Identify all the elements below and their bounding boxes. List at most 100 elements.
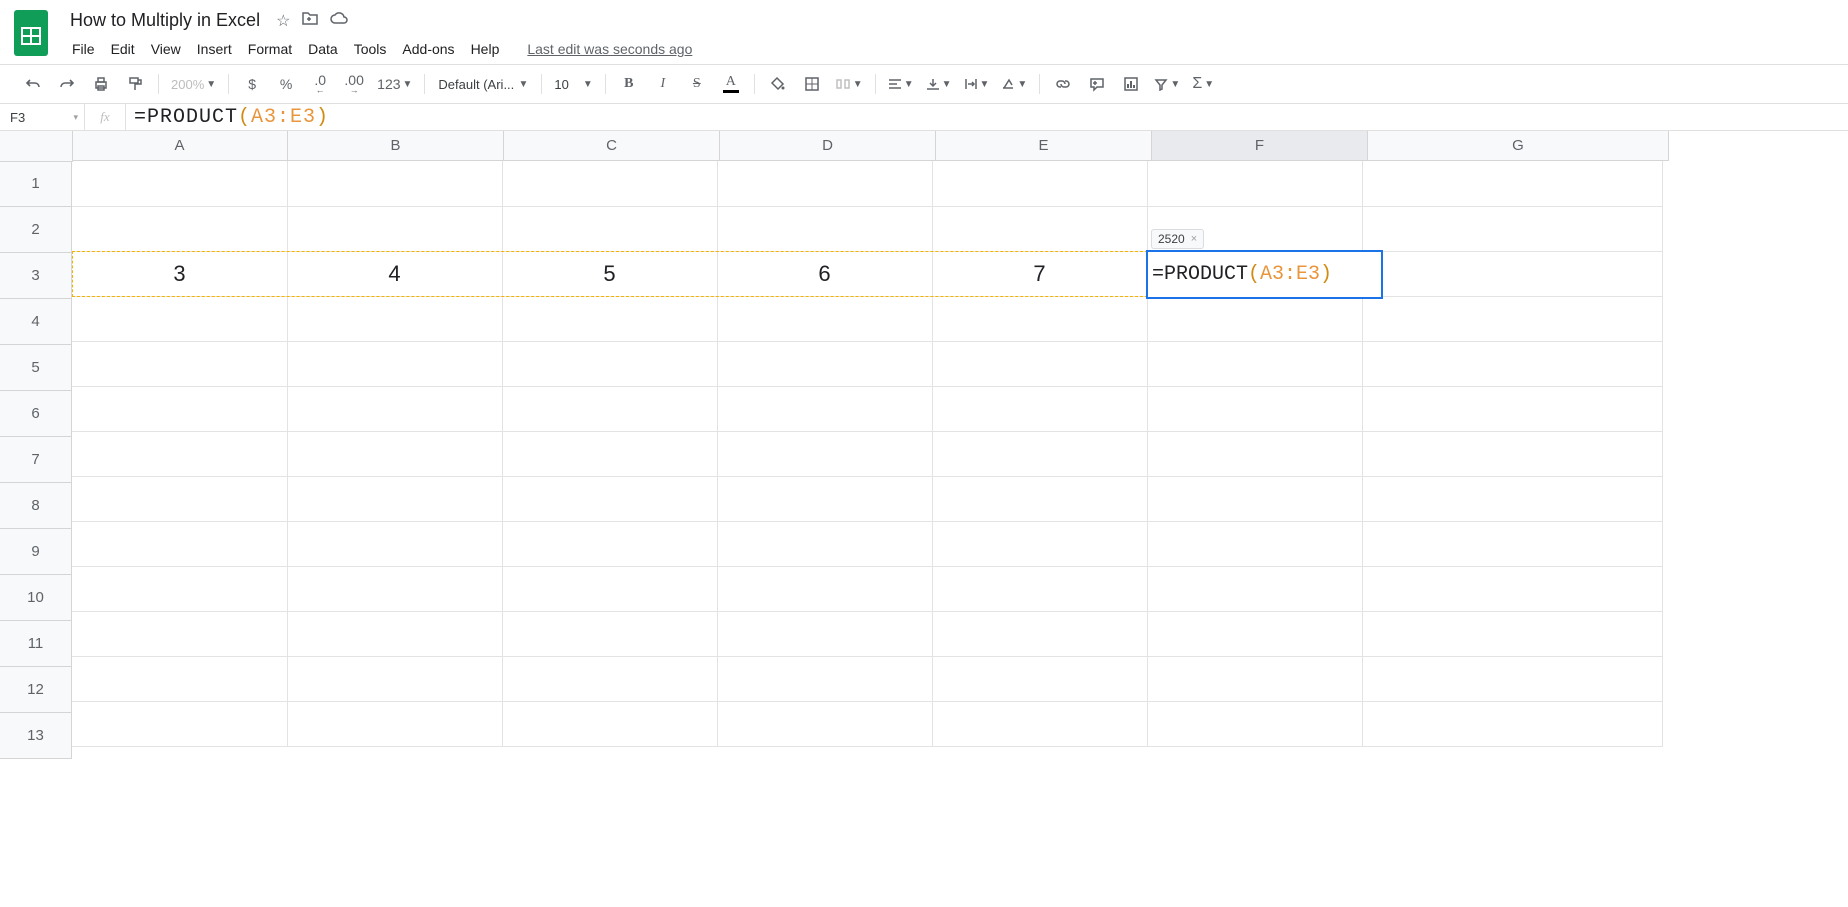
name-box[interactable]: F3: [0, 104, 85, 130]
insert-link-button[interactable]: [1048, 71, 1078, 97]
cell-G1[interactable]: [1362, 161, 1663, 207]
select-all-corner[interactable]: [0, 131, 73, 162]
cell-B12[interactable]: [287, 656, 503, 702]
cell-B11[interactable]: [287, 611, 503, 657]
cell-G10[interactable]: [1362, 566, 1663, 612]
row-header-7[interactable]: 7: [0, 437, 72, 483]
decrease-decimal-button[interactable]: .0←: [305, 71, 335, 97]
cell-C6[interactable]: [502, 386, 718, 432]
menu-file[interactable]: File: [66, 37, 101, 61]
formula-input[interactable]: =PRODUCT(A3:E3): [126, 106, 1848, 129]
row-header-10[interactable]: 10: [0, 575, 72, 621]
format-percent-button[interactable]: %: [271, 71, 301, 97]
italic-button[interactable]: I: [648, 71, 678, 97]
cell-E1[interactable]: [932, 161, 1148, 207]
cell-E10[interactable]: [932, 566, 1148, 612]
move-folder-icon[interactable]: [302, 11, 318, 30]
cell-C3[interactable]: 5: [502, 251, 718, 297]
cell-E11[interactable]: [932, 611, 1148, 657]
column-header-F[interactable]: F: [1152, 131, 1368, 161]
cell-G4[interactable]: [1362, 296, 1663, 342]
strikethrough-button[interactable]: S: [682, 71, 712, 97]
cell-D11[interactable]: [717, 611, 933, 657]
bold-button[interactable]: B: [614, 71, 644, 97]
row-header-9[interactable]: 9: [0, 529, 72, 575]
cell-F4[interactable]: [1147, 296, 1363, 342]
menu-addons[interactable]: Add-ons: [396, 37, 460, 61]
column-header-C[interactable]: C: [504, 131, 720, 161]
menu-view[interactable]: View: [145, 37, 187, 61]
undo-button[interactable]: [18, 71, 48, 97]
row-header-4[interactable]: 4: [0, 299, 72, 345]
cell-G12[interactable]: [1362, 656, 1663, 702]
cell-E7[interactable]: [932, 431, 1148, 477]
format-currency-button[interactable]: $: [237, 71, 267, 97]
cell-G6[interactable]: [1362, 386, 1663, 432]
cell-B10[interactable]: [287, 566, 503, 612]
column-header-G[interactable]: G: [1368, 131, 1669, 161]
cell-D3[interactable]: 6: [717, 251, 933, 297]
cell-D13[interactable]: [717, 701, 933, 747]
cell-C2[interactable]: [502, 206, 718, 252]
row-header-8[interactable]: 8: [0, 483, 72, 529]
cell-A4[interactable]: [72, 296, 288, 342]
menu-insert[interactable]: Insert: [191, 37, 238, 61]
cell-G13[interactable]: [1362, 701, 1663, 747]
menu-help[interactable]: Help: [465, 37, 506, 61]
horizontal-align-button[interactable]: ▼: [884, 71, 918, 97]
paint-format-button[interactable]: [120, 71, 150, 97]
insert-comment-button[interactable]: [1082, 71, 1112, 97]
cell-D8[interactable]: [717, 476, 933, 522]
cell-B9[interactable]: [287, 521, 503, 567]
cell-B1[interactable]: [287, 161, 503, 207]
borders-button[interactable]: [797, 71, 827, 97]
row-header-11[interactable]: 11: [0, 621, 72, 667]
menu-tools[interactable]: Tools: [348, 37, 393, 61]
cell-D12[interactable]: [717, 656, 933, 702]
cell-A5[interactable]: [72, 341, 288, 387]
cell-G2[interactable]: [1362, 206, 1663, 252]
cell-B2[interactable]: [287, 206, 503, 252]
cell-D7[interactable]: [717, 431, 933, 477]
cell-A10[interactable]: [72, 566, 288, 612]
hint-close-icon[interactable]: ×: [1191, 233, 1197, 245]
cell-B3[interactable]: 4: [287, 251, 503, 297]
cell-C8[interactable]: [502, 476, 718, 522]
cell-A1[interactable]: [72, 161, 288, 207]
cell-D6[interactable]: [717, 386, 933, 432]
cell-E3[interactable]: 7: [932, 251, 1148, 297]
cell-C10[interactable]: [502, 566, 718, 612]
cell-C11[interactable]: [502, 611, 718, 657]
redo-button[interactable]: [52, 71, 82, 97]
cell-C4[interactable]: [502, 296, 718, 342]
print-button[interactable]: [86, 71, 116, 97]
sheets-logo-icon[interactable]: [12, 8, 50, 58]
cell-B6[interactable]: [287, 386, 503, 432]
cell-D4[interactable]: [717, 296, 933, 342]
column-header-B[interactable]: B: [288, 131, 504, 161]
increase-decimal-button[interactable]: .00→: [339, 71, 369, 97]
font-select[interactable]: Default (Ari...▼: [433, 70, 533, 98]
cell-B13[interactable]: [287, 701, 503, 747]
cell-B4[interactable]: [287, 296, 503, 342]
cell-C1[interactable]: [502, 161, 718, 207]
cell-F13[interactable]: [1147, 701, 1363, 747]
cell-F7[interactable]: [1147, 431, 1363, 477]
cell-G8[interactable]: [1362, 476, 1663, 522]
menu-format[interactable]: Format: [242, 37, 298, 61]
cell-A11[interactable]: [72, 611, 288, 657]
menu-edit[interactable]: Edit: [105, 37, 141, 61]
functions-button[interactable]: Σ▼: [1188, 71, 1218, 97]
row-header-12[interactable]: 12: [0, 667, 72, 713]
cell-A9[interactable]: [72, 521, 288, 567]
row-header-5[interactable]: 5: [0, 345, 72, 391]
last-edit-link[interactable]: Last edit was seconds ago: [521, 37, 698, 61]
cloud-status-icon[interactable]: [330, 11, 348, 30]
cell-F12[interactable]: [1147, 656, 1363, 702]
document-title[interactable]: How to Multiply in Excel: [66, 8, 264, 33]
cell-G9[interactable]: [1362, 521, 1663, 567]
cell-F8[interactable]: [1147, 476, 1363, 522]
cell-E13[interactable]: [932, 701, 1148, 747]
text-rotation-button[interactable]: ▼: [997, 71, 1031, 97]
cell-G11[interactable]: [1362, 611, 1663, 657]
